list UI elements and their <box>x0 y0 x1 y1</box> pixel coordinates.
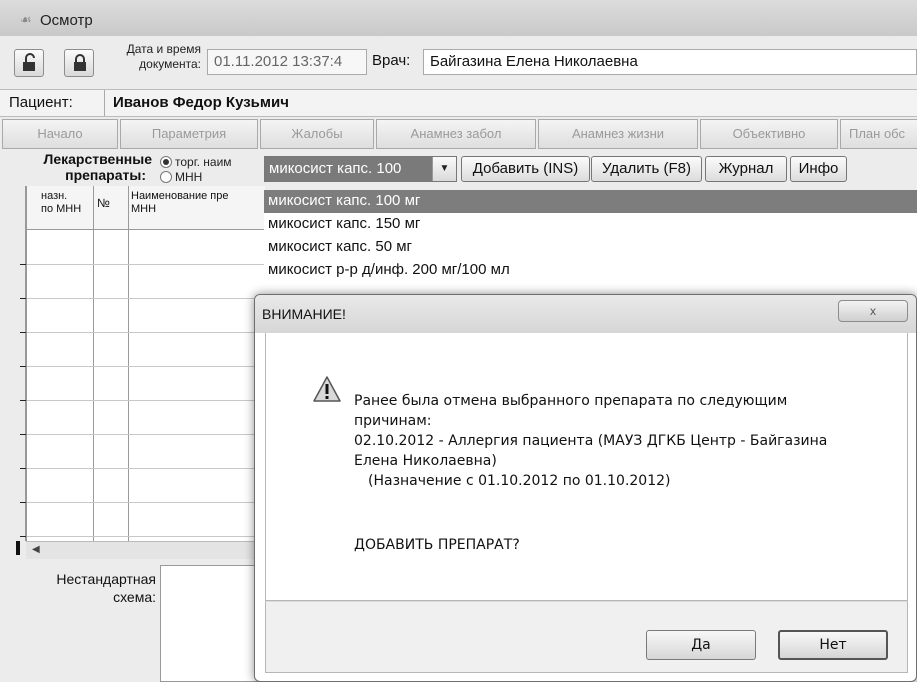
info-button[interactable]: Инфо <box>790 156 847 182</box>
scroll-left-icon[interactable]: ◀ <box>32 544 40 555</box>
patient-divider <box>104 90 105 116</box>
delete-button[interactable]: Удалить (F8) <box>591 156 702 182</box>
column-divider <box>93 186 94 541</box>
doctor-label: Врач: <box>372 52 411 69</box>
document-datetime-label: Дата и время документа: <box>126 42 201 71</box>
table-row <box>27 468 265 469</box>
current-row-marker <box>16 541 20 555</box>
row-marker <box>20 366 26 367</box>
tab-life-history[interactable]: Анамнез жизни <box>538 119 698 149</box>
radio-mnn-label: МНН <box>175 170 203 184</box>
column-header-name[interactable]: Наименование пре МНН <box>131 190 229 216</box>
table-row <box>27 502 265 503</box>
drugs-table[interactable]: назн. по МНН № Наименование пре МНН <box>26 186 265 541</box>
stethoscope-icon: ☙ <box>20 12 32 27</box>
tab-objective[interactable]: Объективно <box>700 119 838 149</box>
unlock-icon <box>23 53 35 71</box>
dialog-body: Ранее была отмена выбранного препарата п… <box>265 333 908 601</box>
lock-button[interactable] <box>64 49 94 77</box>
table-row <box>27 366 265 367</box>
dropdown-item[interactable]: микосист р-р д/инф. 200 мг/100 мл <box>264 259 917 282</box>
warning-dialog: ВНИМАНИЕ! x Ранее была отмена выбранного… <box>254 294 917 682</box>
row-marker <box>20 468 26 469</box>
dropdown-item[interactable]: микосист капс. 100 мг <box>264 190 917 213</box>
radio-trade-name-label: торг. наим <box>175 155 232 169</box>
unlock-button[interactable] <box>14 49 44 77</box>
drugs-label: Лекарственные препараты: <box>43 151 152 183</box>
radio-mnn[interactable]: МНН <box>160 170 202 184</box>
dialog-question: ДОБАВИТЬ ПРЕПАРАТ? <box>354 537 520 553</box>
row-marker <box>20 434 26 435</box>
row-marker <box>20 536 26 537</box>
radio-unchecked-icon <box>160 171 172 183</box>
grid-row-indicator <box>16 186 26 541</box>
lock-icon <box>74 54 86 71</box>
column-header-number[interactable]: № <box>97 197 110 210</box>
table-row <box>27 536 265 537</box>
close-icon: x <box>870 304 876 318</box>
table-row <box>27 332 265 333</box>
window-title: Осмотр <box>40 12 93 29</box>
tab-bar: Начало Параметрия Жалобы Анамнез забол А… <box>0 119 917 149</box>
row-marker <box>20 502 26 503</box>
journal-button[interactable]: Журнал <box>705 156 787 182</box>
row-marker <box>20 332 26 333</box>
radio-trade-name[interactable]: торг. наим <box>160 155 232 169</box>
drug-combobox-value[interactable]: микосист капс. 100 <box>265 157 432 181</box>
radio-checked-icon <box>160 156 172 168</box>
drug-combobox[interactable]: микосист капс. 100 ▼ <box>264 156 457 182</box>
table-row <box>27 264 265 265</box>
tab-plan[interactable]: План обс <box>840 119 917 149</box>
dialog-titlebar: ВНИМАНИЕ! x <box>255 295 916 333</box>
tab-parametry[interactable]: Параметрия <box>120 119 258 149</box>
drug-dropdown-list[interactable]: микосист капс. 100 мг микосист капс. 150… <box>264 190 917 310</box>
dialog-footer: Да Нет <box>265 601 908 673</box>
window-titlebar-content: ☙ Осмотр <box>0 0 917 36</box>
document-datetime-field[interactable]: 01.11.2012 13:37:4 <box>207 49 367 75</box>
dialog-message: Ранее была отмена выбранного препарата п… <box>354 393 828 489</box>
dropdown-item[interactable]: микосист капс. 50 мг <box>264 236 917 259</box>
add-button[interactable]: Добавить (INS) <box>461 156 590 182</box>
warning-icon <box>313 376 341 402</box>
no-button[interactable]: Нет <box>778 630 888 660</box>
horizontal-scrollbar[interactable]: ◀ <box>26 541 264 559</box>
table-row <box>27 400 265 401</box>
row-marker <box>20 264 26 265</box>
patient-label: Пациент: <box>9 94 73 111</box>
column-divider <box>128 186 129 541</box>
doctor-field[interactable]: Байгазина Елена Николаевна <box>423 49 917 75</box>
dialog-title: ВНИМАНИЕ! <box>262 306 346 322</box>
column-header-mnn[interactable]: назн. по МНН <box>41 190 81 216</box>
patient-name: Иванов Федор Кузьмич <box>113 94 289 111</box>
dialog-close-button[interactable]: x <box>838 300 908 322</box>
yes-button[interactable]: Да <box>646 630 756 660</box>
tab-complaints[interactable]: Жалобы <box>260 119 374 149</box>
row-marker <box>20 400 26 401</box>
nonstandard-scheme-field[interactable] <box>160 565 264 682</box>
dropdown-arrow-icon[interactable]: ▼ <box>432 157 456 181</box>
tab-start[interactable]: Начало <box>2 119 118 149</box>
table-header: назн. по МНН № Наименование пре МНН <box>27 186 265 230</box>
table-row <box>27 434 265 435</box>
table-row <box>27 298 265 299</box>
nonstandard-scheme-label: Нестандартная схема: <box>56 571 156 605</box>
dropdown-item[interactable]: микосист капс. 150 мг <box>264 213 917 236</box>
row-marker <box>20 298 26 299</box>
tab-disease-history[interactable]: Анамнез забол <box>376 119 536 149</box>
